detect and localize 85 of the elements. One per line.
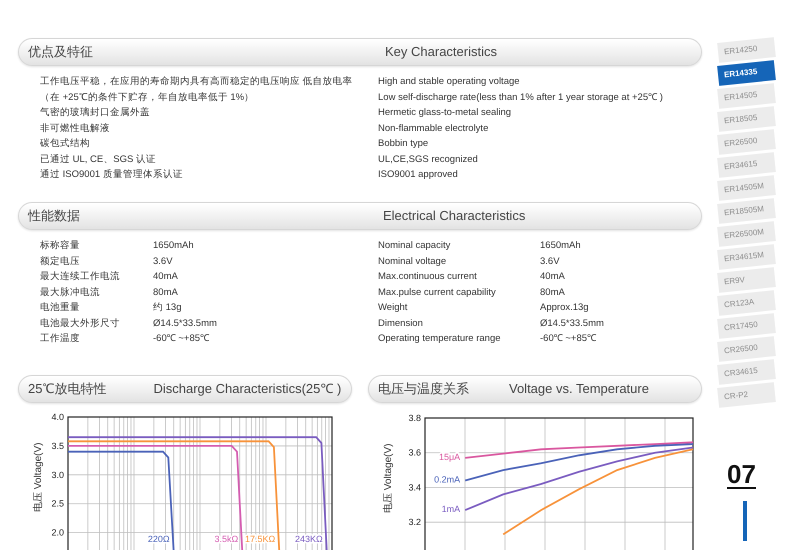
axis-tick-label: 3.5 (51, 440, 64, 451)
model-tab[interactable]: ER18505M (717, 198, 776, 224)
spec-value: 约 13g (153, 301, 182, 315)
feature-text: UL,CE,SGS recognized (378, 152, 479, 166)
spec-value: 80mA (153, 286, 178, 300)
section-title: Voltage vs. Temperature (509, 380, 649, 398)
feature-text: 已通过 UL, CE、SGS 认证 (40, 152, 157, 166)
feature-text: 非可燃性电解液 (40, 122, 111, 136)
model-tab[interactable]: ER26500 (717, 129, 776, 155)
axis-tick-label: 2.5 (51, 498, 64, 509)
spec-label: Nominal capacity (378, 239, 452, 253)
series-label: 1mA (442, 504, 460, 514)
section-title: 优点及特征 (27, 43, 93, 62)
axis-tick-label: 2.0 (51, 528, 64, 538)
model-tab[interactable]: ER14250 (717, 37, 776, 63)
axis-tick-label: 3.2 (408, 517, 421, 528)
feature-text: Low self-discharge rate(less than 1% after 1 year storage at +25℃ ) (378, 90, 663, 104)
axis-tick-label: 3.6 (408, 448, 421, 458)
spec-value: -60℃ ~+85℃ (153, 332, 210, 346)
feature-text: High and stable operating voltage (378, 75, 521, 89)
spec-label: Weight (378, 301, 408, 315)
series-label: 243KΩ (294, 534, 323, 544)
spec-label: 电池重量 (40, 301, 81, 315)
model-tab[interactable]: CR123A (717, 290, 776, 316)
section-title: 25℃放电特性 (27, 380, 106, 398)
spec-label: Max.continuous current (378, 270, 478, 284)
spec-value: -60℃ ~+85℃ (540, 332, 596, 346)
model-tab[interactable]: CR26500 (717, 336, 776, 362)
spec-label: 最大脉冲电流 (40, 286, 101, 300)
axis-title: 电压 Voltage(V) (33, 442, 44, 512)
feature-text: Non-flammable electrolyte (378, 122, 490, 136)
axis-tick-label: 4.0 (51, 412, 64, 422)
accent-bar (743, 501, 747, 541)
spec-value: Ø14.5*33.5mm (153, 316, 217, 330)
model-tab[interactable]: ER34615M (717, 244, 776, 270)
feature-text: Hermetic glass-to-metal sealing (378, 106, 512, 120)
model-tab[interactable]: ER14335 (717, 60, 776, 86)
series-label: 0.2mA (434, 474, 460, 485)
series-label: 3.5kΩ (214, 534, 238, 544)
feature-text: Bobbin type (378, 137, 430, 151)
model-tab[interactable]: CR34615 (717, 359, 776, 385)
spec-value: 3.6V (153, 254, 173, 268)
series-label: 220Ω (148, 534, 170, 544)
section-title: Electrical Characteristics (383, 207, 526, 226)
page-number: 07 (727, 461, 756, 489)
spec-value: 40mA (540, 270, 565, 284)
spec-label: 额定电压 (40, 254, 81, 268)
spec-value: 40mA (153, 270, 178, 284)
model-tab[interactable]: ER34615 (717, 152, 776, 178)
spec-value: 80mA (540, 286, 565, 300)
spec-label: Nominal voltage (378, 254, 448, 268)
feature-text: 工作电压平稳，在应用的寿命期内具有高而稳定的电压响应 低自放电率（在 +25℃的条件下贮存，年自放电率低于 1%） (40, 75, 354, 104)
spec-value: 1650mAh (540, 239, 581, 253)
model-tab[interactable]: ER18505 (717, 106, 776, 132)
spec-label: Max.pulse current capability (378, 286, 497, 300)
axis-tick-label: 3.8 (408, 413, 421, 423)
feature-text: 气密的玻璃封口金属外盖 (40, 106, 151, 120)
section-title: Key Characteristics (385, 43, 497, 62)
spec-value: 1650mAh (153, 239, 194, 253)
model-tab[interactable]: CR-P2 (717, 382, 776, 408)
section-title: Discharge Characteristics(25℃ ) (153, 380, 342, 398)
feature-text: ISO9001 approved (378, 168, 459, 182)
spec-label: 工作温度 (40, 332, 81, 346)
model-tab[interactable]: ER14505 (717, 83, 776, 109)
spec-label: 标称容量 (40, 239, 81, 253)
spec-label: 最大连续工作电流 (40, 270, 121, 284)
model-tab[interactable]: CR17450 (717, 313, 776, 339)
spec-label: Dimension (378, 316, 424, 330)
spec-value: 3.6V (540, 254, 560, 268)
section-title: 电压与温度关系 (377, 380, 469, 398)
model-tab[interactable]: ER26500M (717, 221, 776, 247)
axis-tick-label: 3.4 (408, 482, 421, 492)
feature-text: 碳包式结构 (40, 137, 91, 151)
feature-text: 通过 ISO9001 质量管理体系认证 (40, 168, 184, 182)
section-title: 性能数据 (26, 207, 80, 226)
series-label: 17.5KΩ (244, 534, 276, 544)
spec-label: Operating temperature range (378, 332, 502, 346)
model-tab[interactable]: ER9V (717, 267, 776, 293)
series-label: 15μA (439, 452, 460, 462)
axis-title: 电压 Voltage(V) (383, 444, 394, 513)
model-tab[interactable]: ER14505M (717, 175, 776, 201)
spec-value: Ø14.5*33.5mm (540, 316, 604, 330)
spec-label: 电池最大外形尺寸 (40, 316, 121, 330)
spec-value: Approx.13g (540, 301, 589, 315)
axis-tick-label: 3.0 (51, 470, 64, 480)
